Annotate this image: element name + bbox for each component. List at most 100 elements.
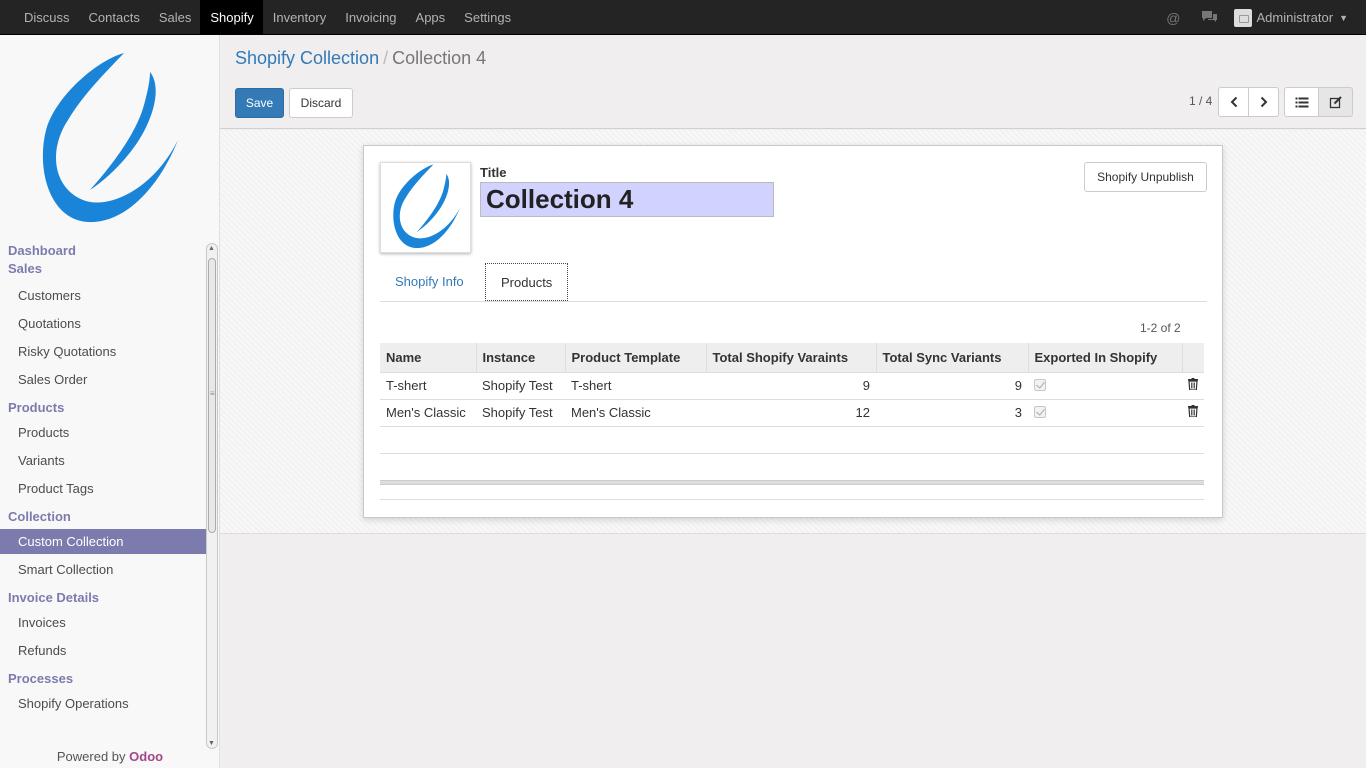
- sidebar-item-smart-collection[interactable]: Smart Collection: [0, 557, 206, 582]
- chevron-right-icon: [1260, 96, 1267, 108]
- odoo-brand-link[interactable]: Odoo: [129, 749, 163, 764]
- title-label: Title: [480, 165, 507, 180]
- form-view-button[interactable]: [1318, 87, 1353, 117]
- sidebar-item-quotations[interactable]: Quotations: [0, 311, 206, 336]
- cell-exported: [1028, 372, 1182, 400]
- menu-sales[interactable]: Sales: [149, 0, 201, 35]
- sidebar-scrollbar[interactable]: ▲ ≡ ▼: [206, 243, 218, 749]
- powered-by-label: Powered by: [56, 749, 126, 764]
- menu-contacts[interactable]: Contacts: [79, 0, 149, 35]
- exported-checkbox: [1034, 406, 1046, 418]
- grip-icon: ≡: [210, 389, 215, 398]
- shopify-unpublish-button[interactable]: Shopify Unpublish: [1084, 162, 1207, 192]
- cell-sync-variants[interactable]: 9: [876, 372, 1028, 400]
- title-input[interactable]: Collection 4: [480, 182, 774, 217]
- sidebar-item-custom-collection[interactable]: Custom Collection: [0, 529, 206, 554]
- menu-invoicing[interactable]: Invoicing: [335, 0, 405, 35]
- sidebar-item-sales-order[interactable]: Sales Order: [0, 367, 206, 392]
- column-header-product-template[interactable]: Product Template: [564, 343, 706, 373]
- record-count: 1-2 of 2: [1140, 321, 1181, 335]
- sidebar-item-shopify-operations[interactable]: Shopify Operations: [0, 691, 206, 716]
- breadcrumb: Shopify Collection / Collection 4: [235, 48, 486, 69]
- sidebar-item-product-tags[interactable]: Product Tags: [0, 476, 206, 501]
- cell-name[interactable]: T-shert: [380, 372, 476, 400]
- collection-image[interactable]: [380, 162, 471, 253]
- table-header-row: Name Instance Product Template Total Sho…: [380, 343, 1204, 373]
- sidebar-item-risky-quotations[interactable]: Risky Quotations: [0, 339, 206, 364]
- pager-next-button[interactable]: [1248, 87, 1279, 117]
- menu-shopify[interactable]: Shopify: [200, 0, 263, 35]
- empty-row: [380, 426, 1204, 454]
- chat-icon[interactable]: [1201, 10, 1218, 26]
- cell-exported: [1028, 399, 1182, 427]
- form-sheet: Title Collection 4 Shopify Unpublish Sho…: [363, 145, 1223, 518]
- sidebar-item-customers[interactable]: Customers: [0, 283, 206, 308]
- cell-instance[interactable]: Shopify Test: [476, 372, 565, 400]
- list-view-button[interactable]: [1284, 87, 1319, 117]
- table-row[interactable]: T-shert Shopify Test T-shert 9 9: [380, 372, 1204, 400]
- sidebar-nav: Dashboard Sales Customers Quotations Ris…: [0, 242, 206, 716]
- top-navbar: Discuss Contacts Sales Shopify Inventory…: [0, 0, 1366, 35]
- sidebar-section-processes[interactable]: Processes: [0, 670, 206, 688]
- sidebar: Dashboard Sales Customers Quotations Ris…: [0, 35, 220, 768]
- column-header-instance[interactable]: Instance: [475, 343, 565, 373]
- menu-discuss[interactable]: Discuss: [14, 0, 79, 35]
- trash-icon: [1188, 405, 1198, 417]
- systray: @ Administrator ▼: [1146, 0, 1348, 35]
- list-icon: [1295, 97, 1308, 108]
- sidebar-section-sales[interactable]: Sales: [0, 260, 206, 278]
- edit-icon: [1329, 96, 1342, 109]
- table-row[interactable]: Men's Classic Shopify Test Men's Classic…: [380, 399, 1204, 427]
- products-table: Name Instance Product Template Total Sho…: [380, 343, 1204, 454]
- company-logo: [28, 50, 188, 230]
- tab-products[interactable]: Products: [485, 263, 569, 301]
- column-header-total-shopify-variants[interactable]: Total Shopify Varaints: [705, 343, 876, 373]
- cell-product-template[interactable]: T-shert: [565, 372, 706, 400]
- scroll-up-icon[interactable]: ▲: [208, 245, 215, 252]
- pager-value[interactable]: 1 / 4: [1189, 94, 1212, 108]
- cell-product-template[interactable]: Men's Classic: [565, 399, 706, 427]
- sidebar-item-invoices[interactable]: Invoices: [0, 610, 206, 635]
- sidebar-item-variants[interactable]: Variants: [0, 448, 206, 473]
- menu-inventory[interactable]: Inventory: [263, 0, 335, 35]
- cell-total-variants[interactable]: 9: [706, 372, 876, 400]
- cell-sync-variants[interactable]: 3: [876, 399, 1028, 427]
- chevron-left-icon: [1230, 96, 1237, 108]
- sidebar-section-products[interactable]: Products: [0, 399, 206, 417]
- avatar[interactable]: [1233, 8, 1252, 27]
- save-button[interactable]: Save: [235, 88, 284, 118]
- cell-name[interactable]: Men's Classic: [380, 399, 476, 427]
- at-icon[interactable]: @: [1166, 10, 1180, 26]
- scroll-down-icon[interactable]: ▼: [208, 740, 215, 747]
- sidebar-section-collection[interactable]: Collection: [0, 508, 206, 526]
- trash-icon: [1188, 378, 1198, 390]
- breadcrumb-separator: /: [383, 48, 389, 68]
- column-header-delete: [1181, 343, 1204, 373]
- user-menu[interactable]: Administrator: [1257, 10, 1334, 25]
- column-header-name[interactable]: Name: [380, 343, 476, 373]
- sidebar-section-invoice-details[interactable]: Invoice Details: [0, 589, 206, 607]
- discard-button[interactable]: Discard: [289, 88, 353, 118]
- pager-previous-button[interactable]: [1218, 87, 1249, 117]
- cell-delete: [1182, 372, 1204, 400]
- column-header-total-sync-variants[interactable]: Total Sync Variants: [875, 343, 1028, 373]
- tab-shopify-info[interactable]: Shopify Info: [380, 263, 479, 302]
- exported-checkbox: [1034, 379, 1046, 391]
- notebook-tabs: Shopify Info Products: [380, 263, 1207, 302]
- menu-settings[interactable]: Settings: [454, 0, 520, 35]
- breadcrumb-parent[interactable]: Shopify Collection: [235, 48, 379, 68]
- sidebar-section-dashboard[interactable]: Dashboard: [0, 242, 206, 260]
- sidebar-item-products[interactable]: Products: [0, 420, 206, 445]
- cell-instance[interactable]: Shopify Test: [476, 399, 565, 427]
- breadcrumb-current: Collection 4: [392, 48, 487, 68]
- sidebar-item-refunds[interactable]: Refunds: [0, 638, 206, 663]
- form-view-area: Title Collection 4 Shopify Unpublish Sho…: [220, 130, 1366, 534]
- table-footer: [380, 480, 1204, 485]
- column-header-exported-in-shopify[interactable]: Exported In Shopify: [1027, 343, 1182, 373]
- menu-apps[interactable]: Apps: [406, 0, 455, 35]
- cell-delete: [1182, 399, 1204, 427]
- control-panel: Shopify Collection / Collection 4 Save Dis…: [220, 35, 1366, 129]
- powered-by: Powered by Odoo: [0, 749, 220, 764]
- chevron-down-icon: ▼: [1339, 12, 1348, 23]
- cell-total-variants[interactable]: 12: [706, 399, 876, 427]
